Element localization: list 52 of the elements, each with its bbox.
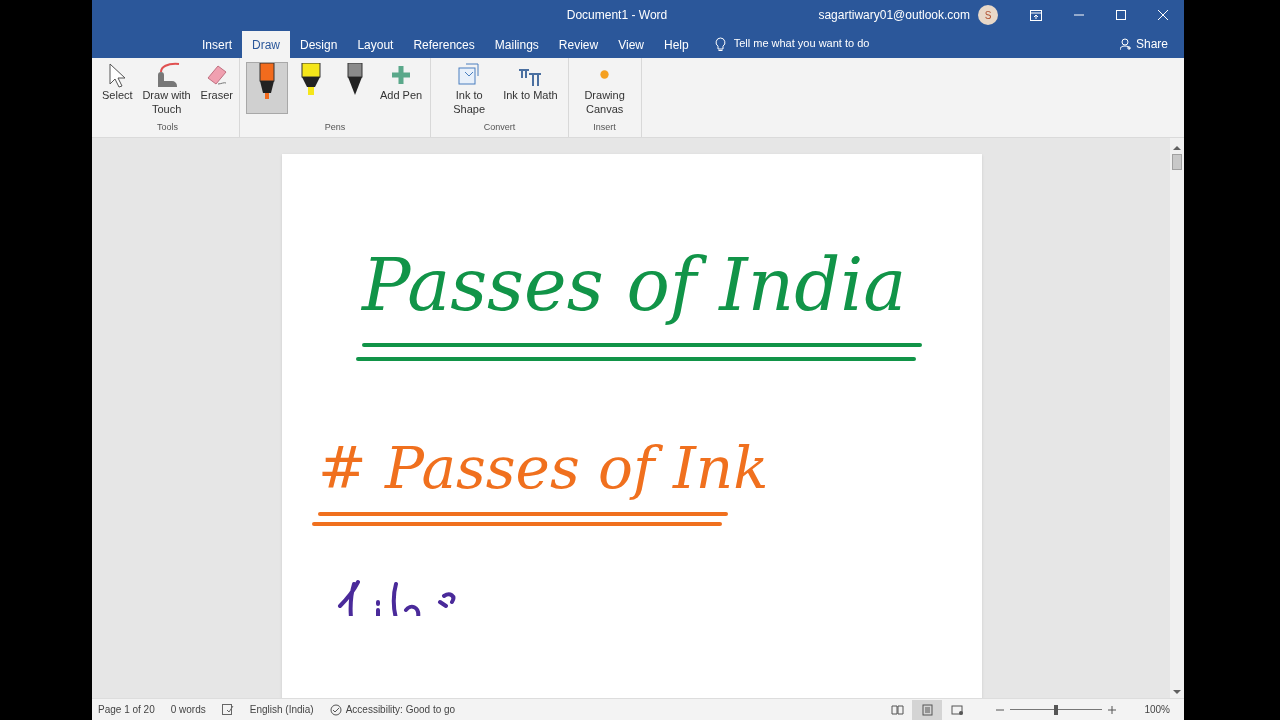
handwritten-heading: Passes of India: [362, 242, 908, 329]
zoom-percentage[interactable]: 100%: [1144, 702, 1170, 717]
window-title: Document1 - Word: [565, 7, 669, 24]
ribbon-tab[interactable]: View: [608, 31, 654, 58]
ribbon-tab[interactable]: Design: [290, 31, 348, 58]
ribbon-tab[interactable]: Review: [548, 31, 609, 58]
group-label: Pens: [324, 120, 346, 134]
ribbon-button[interactable]: Ink to Math: [501, 62, 560, 102]
ribbon-button[interactable]: Ink to Shape: [439, 62, 500, 116]
ribbon-tab[interactable]: Mailings: [484, 31, 549, 58]
share-button[interactable]: Share: [1119, 35, 1168, 53]
person-icon: [1119, 38, 1132, 50]
accessibility-status[interactable]: Accessibility: Good to go: [345, 702, 456, 717]
tell-me-field[interactable]: Tell me what you want to do: [733, 34, 870, 51]
print-view-icon: [920, 703, 934, 716]
accessibility-icon: [329, 703, 342, 716]
scroll-down-icon[interactable]: [1173, 688, 1181, 696]
ribbon-tab[interactable]: Help: [653, 31, 699, 58]
scroll-thumb[interactable]: [1172, 154, 1182, 170]
group-label: Convert: [483, 120, 516, 134]
maximize-icon[interactable]: [1116, 10, 1126, 20]
vertical-scrollbar[interactable]: [1170, 138, 1184, 698]
page-count[interactable]: Page 1 of 20: [98, 702, 155, 717]
zoom-slider[interactable]: [1010, 704, 1103, 715]
ribbon-tab[interactable]: Draw: [242, 31, 291, 58]
canvas-icon: [600, 70, 610, 79]
ribbon-button[interactable]: Drawing Canvas: [574, 62, 635, 116]
scroll-up-icon[interactable]: [1173, 144, 1181, 152]
ribbon-button[interactable]: Add Pen: [378, 62, 425, 102]
web-view-icon: [950, 703, 964, 716]
group-label: Insert: [593, 120, 616, 134]
close-icon[interactable]: [1158, 10, 1168, 20]
ribbon-button[interactable]: Eraser: [198, 62, 235, 102]
zoom-slider-thumb[interactable]: [1054, 704, 1059, 715]
language-indicator[interactable]: English (India): [249, 702, 314, 717]
word-count[interactable]: 0 words: [170, 702, 206, 717]
account-name: sagartiwary01@outlook.com: [818, 7, 970, 24]
ribbon-button[interactable]: Select: [100, 62, 135, 102]
print-view-button[interactable]: [912, 699, 943, 720]
zoom-in-icon[interactable]: [1108, 705, 1117, 714]
read-view-icon: [890, 703, 904, 716]
avatar[interactable]: S: [978, 5, 998, 25]
group-label: Tools: [157, 120, 178, 134]
lightbulb-icon: [714, 37, 726, 52]
pen-button[interactable]: [246, 62, 288, 114]
proofing-icon[interactable]: [221, 704, 234, 715]
ribbon-display-icon[interactable]: [1030, 9, 1042, 21]
ribbon-tab[interactable]: Insert: [192, 31, 242, 58]
ribbon-tab[interactable]: Layout: [347, 31, 404, 58]
ribbon-button[interactable]: Draw with Touch: [136, 62, 197, 116]
ribbon-tab[interactable]: References: [403, 31, 485, 58]
handwritten-heading: # Passes of Ink: [318, 432, 770, 504]
